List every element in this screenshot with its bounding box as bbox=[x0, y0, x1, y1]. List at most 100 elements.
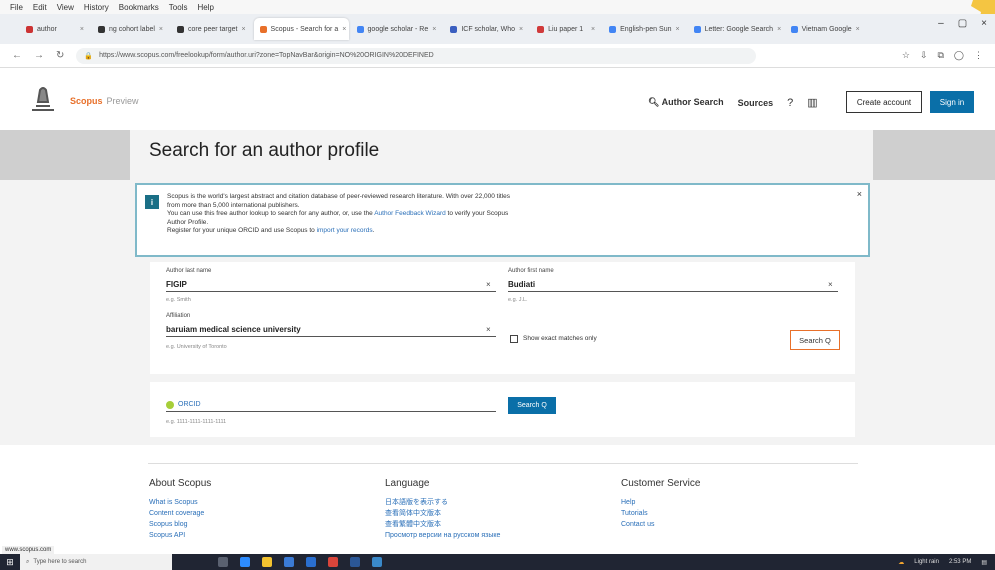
footer-link[interactable]: Contact us bbox=[621, 519, 700, 530]
browser-tab[interactable]: core peer target × bbox=[171, 18, 252, 40]
create-account-button[interactable]: Create account bbox=[846, 91, 922, 113]
close-tab-icon[interactable]: × bbox=[591, 26, 595, 33]
footer-link[interactable]: 日本語版を表示する bbox=[385, 497, 500, 508]
first-name-input[interactable]: Budiati bbox=[508, 280, 838, 292]
back-icon[interactable]: ← bbox=[12, 50, 22, 61]
browser-tab-active[interactable]: Scopus - Search for a × bbox=[253, 18, 349, 40]
footer-link[interactable]: What is Scopus bbox=[149, 497, 211, 508]
task-view-icon[interactable] bbox=[218, 557, 228, 567]
browser-tab[interactable]: Letter: Google Search × bbox=[688, 18, 783, 40]
clear-affiliation-icon[interactable]: × bbox=[486, 325, 491, 334]
close-tab-icon[interactable]: × bbox=[80, 26, 84, 33]
browser-tab[interactable]: Vietnam Google × bbox=[785, 18, 866, 40]
downloads-icon[interactable]: ⇩ bbox=[920, 50, 928, 61]
weather-icon[interactable]: ☁ bbox=[898, 559, 904, 566]
notifications-icon[interactable]: ▤ bbox=[981, 559, 987, 566]
orcid-search-button[interactable]: Search Q bbox=[508, 397, 556, 414]
sign-in-button[interactable]: Sign in bbox=[930, 91, 974, 113]
exact-match-checkbox[interactable] bbox=[510, 335, 518, 343]
banner-line: Author Profile. bbox=[167, 218, 209, 226]
window-controls: – ▢ × bbox=[938, 18, 987, 29]
author-search-link[interactable]: 🔍︎ Author Search bbox=[648, 97, 724, 108]
clear-first-name-icon[interactable]: × bbox=[828, 280, 833, 289]
favicon-icon bbox=[356, 25, 364, 33]
affiliation-input[interactable]: baruiam medical science university bbox=[166, 325, 496, 337]
edge-icon[interactable] bbox=[240, 557, 250, 567]
address-bar[interactable]: 🔒 https://www.scopus.com/freelookup/form… bbox=[76, 47, 757, 64]
close-tab-icon[interactable]: × bbox=[519, 26, 523, 33]
menu-icon[interactable]: ⋮ bbox=[974, 50, 983, 61]
close-tab-icon[interactable]: × bbox=[856, 26, 860, 33]
orcid-input[interactable]: ORCID bbox=[166, 398, 496, 412]
footer-link[interactable]: Scopus blog bbox=[149, 519, 211, 530]
menu-tools[interactable]: Tools bbox=[169, 3, 188, 12]
help-icon[interactable]: ? bbox=[787, 97, 793, 109]
elsevier-logo-icon[interactable] bbox=[28, 84, 58, 114]
browser-tab[interactable]: google scholar - Re × bbox=[351, 18, 443, 40]
store-icon[interactable] bbox=[284, 557, 294, 567]
clock[interactable]: 2:53 PM bbox=[949, 559, 971, 565]
browser-tab[interactable]: author × bbox=[20, 18, 90, 40]
extensions-icon[interactable]: ⧉ bbox=[937, 50, 943, 61]
band-left-panel bbox=[0, 130, 130, 180]
info-icon: i bbox=[145, 195, 159, 209]
scopus-brand[interactable]: Scopus Preview bbox=[70, 96, 139, 106]
close-tab-icon[interactable]: × bbox=[432, 26, 436, 33]
browser-tab[interactable]: ng cohort label × bbox=[92, 18, 169, 40]
forward-icon[interactable]: → bbox=[34, 50, 44, 61]
footer-link[interactable]: Tutorials bbox=[621, 508, 700, 519]
close-tab-icon[interactable]: × bbox=[342, 26, 346, 33]
footer-heading: Customer Service bbox=[621, 478, 701, 489]
browser-tab[interactable]: Liu paper 1 × bbox=[531, 18, 601, 40]
footer-link[interactable]: Просмотр версии на русском языке bbox=[385, 530, 500, 541]
mail-icon[interactable] bbox=[306, 557, 316, 567]
footer-link[interactable]: 查看繁體中文版本 bbox=[385, 519, 500, 530]
menu-view[interactable]: View bbox=[57, 3, 74, 12]
close-tab-icon[interactable]: × bbox=[241, 26, 245, 33]
taskbar-search[interactable]: ⌕ Type here to search bbox=[20, 554, 172, 570]
windows-start-icon[interactable]: ⊞ bbox=[0, 557, 20, 568]
word-icon[interactable] bbox=[350, 557, 360, 567]
author-search-card bbox=[150, 262, 855, 374]
author-feedback-wizard-link[interactable]: Author Feedback Wizard bbox=[374, 210, 446, 217]
footer-link[interactable]: Help bbox=[621, 497, 700, 508]
close-window-icon[interactable]: × bbox=[981, 18, 987, 29]
footer-link[interactable]: Scopus API bbox=[149, 530, 211, 541]
institution-icon[interactable]: ▥ bbox=[807, 96, 817, 109]
app-icon[interactable] bbox=[372, 557, 382, 567]
close-tab-icon[interactable]: × bbox=[159, 26, 163, 33]
first-name-hint: e.g. J.L. bbox=[508, 297, 528, 303]
menu-history[interactable]: History bbox=[84, 3, 109, 12]
close-tab-icon[interactable]: × bbox=[777, 26, 781, 33]
browser-tab[interactable]: ICF scholar, Who × bbox=[444, 18, 529, 40]
chrome-icon[interactable] bbox=[328, 557, 338, 567]
profile-icon[interactable]: ◯ bbox=[954, 50, 964, 61]
browser-tabbar: author × ng cohort label × core peer targe… bbox=[0, 14, 995, 44]
menu-help[interactable]: Help bbox=[197, 3, 213, 12]
footer-link[interactable]: 查看简体中文版本 bbox=[385, 508, 500, 519]
file-explorer-icon[interactable] bbox=[262, 557, 272, 567]
minimize-icon[interactable]: – bbox=[938, 18, 944, 29]
menu-file[interactable]: File bbox=[10, 3, 23, 12]
last-name-input[interactable]: FIGIP bbox=[166, 280, 496, 292]
close-banner-icon[interactable]: × bbox=[857, 189, 862, 199]
maximize-icon[interactable]: ▢ bbox=[958, 18, 967, 29]
close-tab-icon[interactable]: × bbox=[675, 26, 679, 33]
system-tray: ☁ Light rain 2:53 PM ▤ bbox=[898, 559, 995, 566]
menu-bookmarks[interactable]: Bookmarks bbox=[119, 3, 159, 12]
author-search-button[interactable]: Search Q bbox=[790, 330, 840, 350]
footer-link[interactable]: Content coverage bbox=[149, 508, 211, 519]
bookmark-star-icon[interactable]: ☆ bbox=[902, 50, 910, 61]
browser-tab[interactable]: English-pen Sun × bbox=[603, 18, 685, 40]
first-name-label: Author first name bbox=[508, 268, 554, 274]
exact-match-label: Show exact matches only bbox=[523, 335, 597, 342]
info-banner: i × Scopus is the world's largest abstra… bbox=[135, 183, 870, 257]
reload-icon[interactable]: ↻ bbox=[56, 50, 64, 61]
menu-edit[interactable]: Edit bbox=[33, 3, 47, 12]
page-title: Search for an author profile bbox=[149, 140, 380, 161]
browser-toolbar-icons: ☆ ⇩ ⧉ ◯ ⋮ bbox=[902, 50, 995, 61]
clear-last-name-icon[interactable]: × bbox=[486, 280, 491, 289]
footer-col-language: Language 日本語版を表示する 查看简体中文版本 查看繁體中文版本 Про… bbox=[385, 478, 500, 541]
import-records-link[interactable]: import your records bbox=[317, 227, 373, 234]
sources-link[interactable]: Sources bbox=[738, 98, 774, 108]
